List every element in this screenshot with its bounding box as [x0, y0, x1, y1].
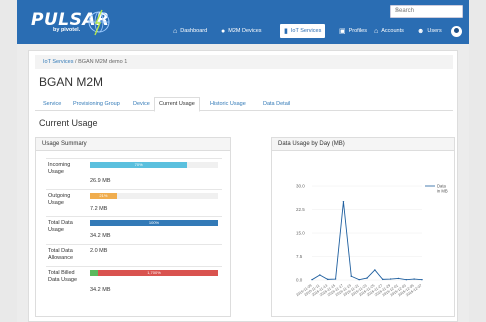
usage-row-value: 34.2 MB — [90, 287, 111, 293]
data-point[interactable] — [405, 278, 407, 281]
pulsar-logo[interactable]: PULSAR by pivotel. — [31, 8, 117, 36]
usage-row-value: 34.2 MB — [90, 233, 111, 239]
tab-current-usage[interactable]: Current Usage — [154, 97, 200, 112]
tab-bar: Service Provisioning Group Device Curren… — [35, 97, 453, 112]
globe-icon: ● — [221, 27, 226, 35]
usage-row-label: Total Data Allowance — [48, 248, 74, 261]
app-frame: PULSAR by pivotel. Search ⌕ ⌂ Dashboard … — [17, 0, 469, 322]
data-usage-chart: 0.07.515.022.530.02016-11-092016-11-1120… — [295, 184, 448, 298]
data-point[interactable] — [342, 200, 345, 203]
breadcrumb-separator: / — [75, 59, 77, 65]
data-point[interactable] — [374, 269, 376, 271]
top-navigation-bar: PULSAR by pivotel. Search ⌕ ⌂ Dashboard … — [17, 0, 469, 44]
search-input[interactable]: Search ⌕ — [390, 5, 463, 18]
section-title: Current Usage — [39, 118, 98, 128]
usage-summary-title: Usage Summary — [36, 138, 230, 151]
y-tick-label: 7.5 — [296, 254, 303, 259]
home-icon: ⌂ — [173, 27, 178, 35]
nav-profiles[interactable]: ▣ Profiles — [339, 23, 367, 39]
data-point[interactable] — [334, 278, 337, 280]
logo-subtext: by pivotel. — [53, 27, 81, 33]
usage-row-label: Incoming Usage — [48, 162, 71, 175]
data-point[interactable] — [327, 278, 329, 281]
usage-row: Total Data Usage 100% 34.2 MB — [46, 216, 222, 244]
y-tick-label: 0.0 — [296, 278, 303, 283]
content-panel: IoT Services / BGAN M2M demo 1 BGAN M2M … — [28, 50, 458, 322]
nav-users[interactable]: ☻ Users — [417, 23, 442, 39]
usage-row-value: 26.9 MB — [90, 178, 111, 184]
usage-row: Total Data Allowance 2.0 MB — [46, 244, 222, 266]
tab-service[interactable]: Service — [39, 97, 65, 111]
usage-progress-label: 1,700% — [147, 270, 161, 275]
data-point[interactable] — [350, 275, 352, 277]
data-point[interactable] — [382, 278, 384, 281]
nav-label: M2M Devices — [228, 28, 262, 34]
nav-dashboard[interactable]: ⌂ Dashboard — [173, 23, 207, 39]
breadcrumb-current: BGAN M2M demo 1 — [78, 59, 128, 65]
usage-row-value: 7.2 MB — [90, 206, 108, 212]
data-point[interactable] — [389, 278, 392, 280]
usage-row: Incoming Usage 70% 26.9 MB — [46, 158, 222, 189]
page-title: BGAN M2M — [39, 75, 104, 89]
usage-progress-bar: 70% — [90, 162, 218, 168]
nav-accounts[interactable]: ⌂ Accounts — [374, 23, 404, 39]
globe-logo-icon — [88, 9, 110, 36]
usage-row: Total Billed Data Usage 1,700% 34.2 MB — [46, 266, 222, 304]
tab-data-detail[interactable]: Data Detail — [259, 97, 294, 111]
breadcrumb: IoT Services / BGAN M2M demo 1 — [35, 55, 453, 69]
nav-label: Profiles — [348, 28, 367, 34]
breadcrumb-link-iot-services[interactable]: IoT Services — [43, 59, 73, 65]
usage-row-label: Total Billed Data Usage — [48, 270, 78, 283]
legend-label-continued: in MB — [437, 189, 448, 194]
nav-label: Users — [427, 28, 442, 34]
data-point[interactable] — [311, 278, 313, 281]
nav-label: IoT Services — [290, 28, 322, 34]
data-point[interactable] — [421, 278, 423, 281]
device-icon: ▮ — [284, 28, 288, 35]
y-tick-label: 30.0 — [296, 184, 305, 189]
usage-summary-panel: Usage Summary Incoming Usage 70% 26.9 MB Ou… — [35, 137, 231, 317]
search-icon[interactable]: ⌕ — [395, 7, 458, 15]
y-tick-label: 22.5 — [296, 207, 305, 212]
nav-label: Accounts — [381, 28, 404, 34]
usage-row: Outgoing Usage 21% 7.2 MB — [46, 189, 222, 216]
nav-iot-services[interactable]: ▮ IoT Services — [280, 24, 326, 38]
users-icon: ☻ — [417, 27, 425, 35]
data-point[interactable] — [413, 278, 415, 280]
usage-progress-bar: 21% — [90, 193, 218, 199]
chart-panel-title: Data Usage by Day (MB) — [272, 138, 454, 151]
data-point[interactable] — [366, 277, 368, 279]
nav-label: Dashboard — [180, 28, 208, 34]
usage-progress-bar: 1,700% — [90, 270, 218, 276]
tab-provisioning-group[interactable]: Provisioning Group — [69, 97, 124, 111]
briefcase-icon: ▣ — [339, 28, 346, 35]
bank-icon: ⌂ — [374, 27, 379, 35]
usage-row-label: Outgoing Usage — [48, 193, 71, 206]
usage-progress-bar: 100% — [90, 220, 218, 226]
usage-row-label: Total Data Usage — [48, 220, 73, 233]
nav-m2m-devices[interactable]: ● M2M Devices — [221, 23, 262, 39]
y-tick-label: 15.0 — [296, 231, 305, 236]
usage-progress-label: 70% — [134, 162, 143, 167]
tab-device[interactable]: Device — [129, 97, 154, 111]
user-account-icon[interactable] — [451, 26, 462, 37]
usage-progress-label: 21% — [99, 193, 108, 198]
usage-row-value: 2.0 MB — [90, 248, 108, 254]
data-point[interactable] — [319, 274, 321, 276]
data-point[interactable] — [397, 277, 400, 280]
data-point[interactable] — [358, 278, 360, 281]
tab-historic-usage[interactable]: Historic Usage — [206, 97, 250, 111]
usage-progress-label: 100% — [148, 220, 160, 225]
chart-panel: Data Usage by Day (MB) 0.0 7.5 15.0 22.5 30.… — [271, 137, 455, 317]
series-line-data-in-mb — [311, 201, 423, 281]
